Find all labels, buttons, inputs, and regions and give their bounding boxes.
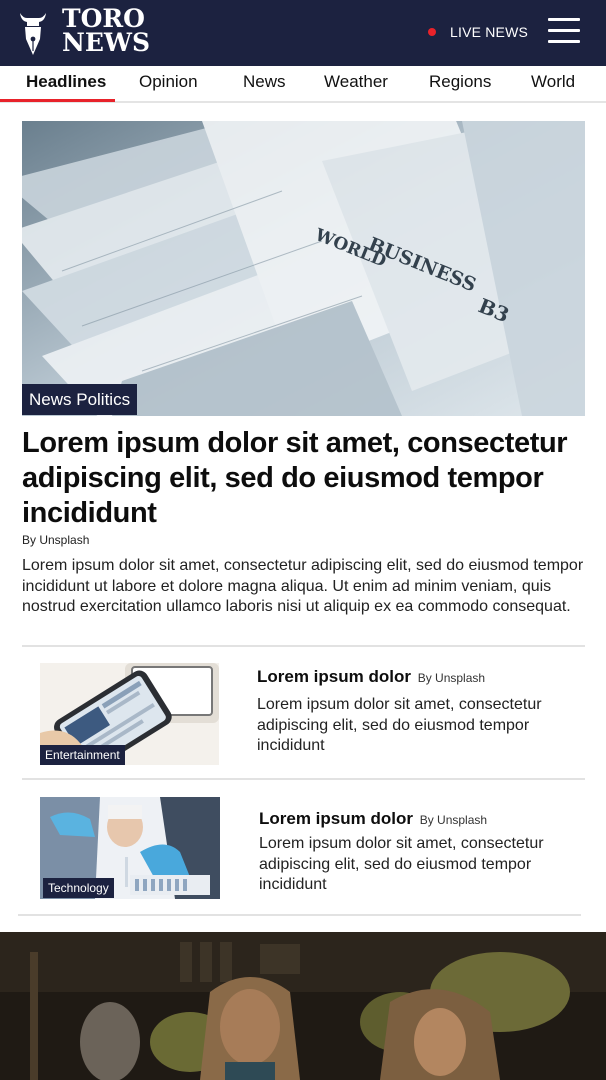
hero-image-newspapers[interactable]: WORLD BUSINESS B3: [22, 121, 585, 416]
hero-author: By Unsplash: [22, 533, 90, 547]
article-category-tag[interactable]: Entertainment: [40, 745, 125, 765]
article-category-tag[interactable]: Technology: [43, 878, 114, 898]
tab-headlines[interactable]: Headlines: [26, 72, 106, 92]
tab-world[interactable]: World: [531, 72, 575, 92]
logo-line-news: NEWS: [62, 28, 151, 57]
hero-headline[interactable]: Lorem ipsum dolor sit amet, consectetur …: [22, 426, 582, 531]
active-tab-indicator: [0, 99, 115, 102]
tab-news[interactable]: News: [243, 72, 286, 92]
article-divider: [18, 914, 581, 916]
article-divider: [22, 778, 585, 780]
article-headline[interactable]: Lorem ipsum dolor By Unsplash: [257, 667, 485, 688]
tab-weather[interactable]: Weather: [324, 72, 388, 92]
top-header: TORO NEWS LIVE NEWS: [0, 0, 606, 66]
live-indicator-dot: [428, 28, 436, 36]
feature-image-workers-bananas[interactable]: [0, 932, 606, 1080]
article-title-text[interactable]: Lorem ipsum dolor: [257, 667, 411, 686]
article-title-text[interactable]: Lorem ipsum dolor: [259, 809, 413, 828]
hamburger-menu-icon[interactable]: [548, 16, 582, 46]
live-news-link[interactable]: LIVE NEWS: [450, 24, 528, 40]
article-author: By Unsplash: [417, 671, 486, 685]
article-excerpt: Lorem ipsum dolor sit amet, consectetur …: [259, 835, 544, 893]
hero-excerpt: Lorem ipsum dolor sit amet, consectetur …: [22, 557, 584, 615]
article-headline[interactable]: Lorem ipsum dolor By Unsplash: [259, 809, 487, 830]
article-author: By Unsplash: [419, 813, 488, 827]
tab-opinion[interactable]: Opinion: [139, 72, 198, 92]
article-divider: [22, 645, 585, 647]
tab-regions[interactable]: Regions: [429, 72, 491, 92]
bull-pen-logo-icon[interactable]: [18, 9, 48, 57]
article-excerpt: Lorem ipsum dolor sit amet, consectetur …: [257, 696, 542, 754]
hero-category-tag[interactable]: News Politics: [22, 384, 138, 415]
section-nav: Headlines Opinion News Weather Regions W…: [0, 66, 606, 103]
site-logo-text[interactable]: TORO NEWS: [62, 6, 151, 57]
